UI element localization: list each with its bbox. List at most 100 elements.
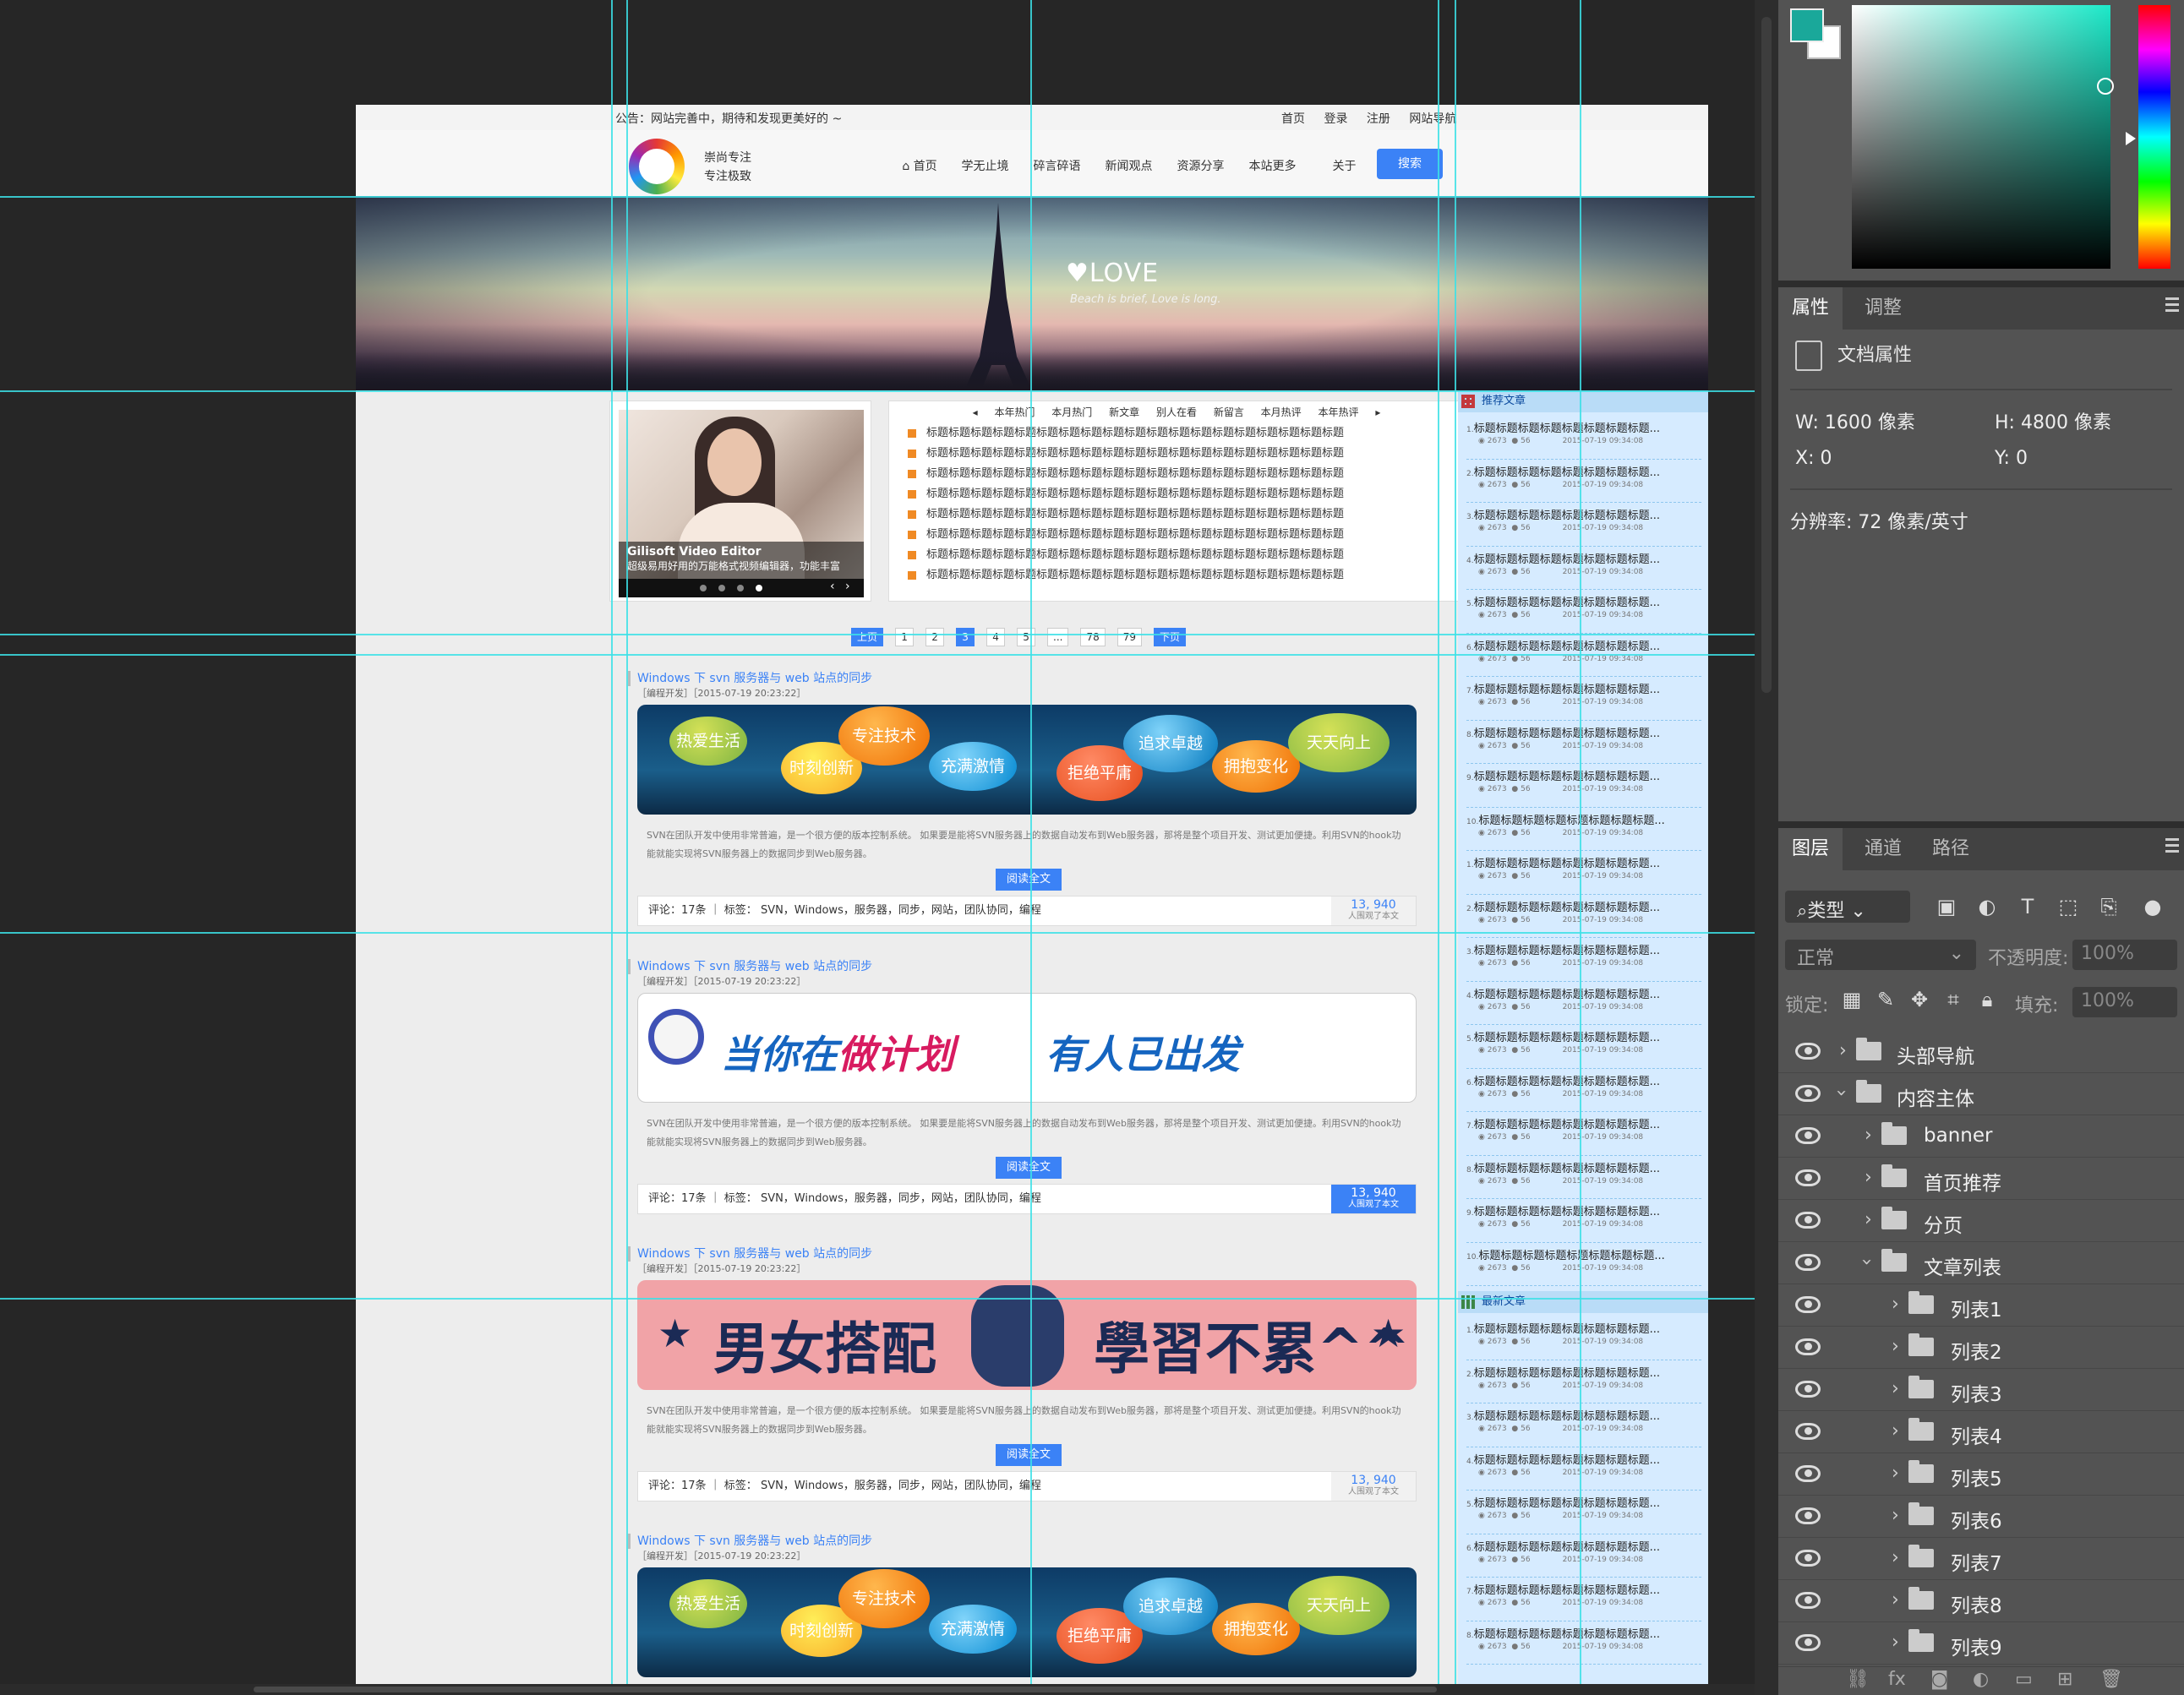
sidebar-list-item[interactable]: 3.标题标题标题标题标题标题标题标题... ◉ 2673 ● 56 2015-07-… <box>1466 1403 1701 1447</box>
smart-object-filter-icon[interactable]: ⎘ <box>2098 896 2120 918</box>
artboard[interactable]: 公告：网站完善中，期待和发现更美好的 ~ 首页 登录 注册 网站导航 崇尚专注 … <box>356 105 1708 1695</box>
slider-dot[interactable] <box>718 585 725 591</box>
sidebar-list-item[interactable]: 6.标题标题标题标题标题标题标题标题... ◉ 2673 ● 56 2015-07-… <box>1466 1069 1701 1112</box>
pager-next[interactable]: 下页 <box>1154 628 1187 646</box>
pager-prev[interactable]: 上页 <box>851 628 884 646</box>
sidebar-list-item[interactable]: 9.标题标题标题标题标题标题标题标题... ◉ 2673 ● 56 2015-07-… <box>1466 764 1701 808</box>
search-button[interactable]: 搜索 <box>1377 149 1443 179</box>
eye-icon[interactable] <box>1795 1550 1821 1567</box>
hot-tab[interactable]: 本月热门 <box>1051 406 1092 418</box>
slider-prev-icon[interactable]: ‹ <box>830 580 835 593</box>
layer-group-list[interactable]: › 列表7 <box>1778 1538 2184 1580</box>
slider-dot-active[interactable] <box>756 585 762 591</box>
eye-icon[interactable] <box>1795 1381 1821 1398</box>
vertical-scrollbar[interactable] <box>1755 0 1778 1695</box>
adjustment-filter-icon[interactable]: ◐ <box>1976 896 1998 918</box>
hot-prev-icon[interactable]: ◂ <box>973 406 978 418</box>
sidebar-list-item[interactable]: 4.标题标题标题标题标题标题标题标题... ◉ 2673 ● 56 2015-07-… <box>1466 982 1701 1025</box>
lock-all-icon[interactable]: 🔒︎ <box>1976 989 1998 1011</box>
list-item[interactable]: 标题标题标题标题标题标题标题标题标题标题标题标题标题标题标题标题标题标题标题 <box>908 484 1344 504</box>
hot-next-icon[interactable]: ▸ <box>1375 406 1380 418</box>
toplink-sitenav[interactable]: 网站导航 <box>1409 112 1456 126</box>
eye-icon[interactable] <box>1795 1296 1821 1313</box>
chevron-right-icon[interactable]: › <box>1892 1420 1899 1442</box>
layer-group-list[interactable]: › 列表4 <box>1778 1411 2184 1453</box>
tab-adjustments[interactable]: 调整 <box>1851 287 1915 330</box>
sidebar-list-item[interactable]: 2.标题标题标题标题标题标题标题标题... ◉ 2673 ● 56 2015-07-… <box>1466 1360 1701 1403</box>
hot-tab[interactable]: 本年热门 <box>994 406 1035 418</box>
sidebar-list-item[interactable]: 2.标题标题标题标题标题标题标题标题... ◉ 2673 ● 56 2015-07-… <box>1466 460 1701 503</box>
pager-page[interactable]: 79 <box>1117 628 1143 646</box>
layer-group-list[interactable]: › 列表6 <box>1778 1496 2184 1538</box>
chevron-right-icon[interactable]: › <box>1839 1040 1847 1061</box>
sidebar-list-item[interactable]: 6.标题标题标题标题标题标题标题标题... ◉ 2673 ● 56 2015-07-… <box>1466 1534 1701 1578</box>
eye-icon[interactable] <box>1795 1507 1821 1524</box>
chevron-right-icon[interactable]: › <box>1892 1589 1899 1611</box>
sidebar-list-item[interactable]: 9.标题标题标题标题标题标题标题标题... ◉ 2673 ● 56 2015-07-… <box>1466 1199 1701 1243</box>
sidebar-list-item[interactable]: 8.标题标题标题标题标题标题标题标题... ◉ 2673 ● 56 2015-07-… <box>1466 1156 1701 1199</box>
tab-properties[interactable]: 属性 <box>1778 287 1843 330</box>
hot-tab[interactable]: 新留言 <box>1214 406 1244 418</box>
sidebar-list-item[interactable]: 10.标题标题标题标题标题标题标题标题... ◉ 2673 ● 56 2015-07… <box>1466 808 1701 851</box>
x-value[interactable]: 0 <box>1820 448 1832 469</box>
article-title[interactable]: Windows 下 svn 服务器与 web 站点的同步 <box>628 1534 1429 1549</box>
list-item[interactable]: 标题标题标题标题标题标题标题标题标题标题标题标题标题标题标题标题标题标题标题 <box>908 444 1344 464</box>
pager-page[interactable]: 1 <box>895 628 915 646</box>
layer-mask-icon[interactable]: ◙ <box>1930 1669 1948 1690</box>
scroll-thumb[interactable] <box>254 1687 1437 1692</box>
eye-icon[interactable] <box>1795 1254 1821 1271</box>
fill-input[interactable]: 100% <box>2072 987 2177 1017</box>
slider-dot[interactable] <box>737 585 744 591</box>
image-filter-icon[interactable]: ▣ <box>1936 896 1957 918</box>
foreground-color-swatch[interactable] <box>1790 8 1824 42</box>
sidebar-list-item[interactable]: 1.标题标题标题标题标题标题标题标题... ◉ 2673 ● 56 2015-07-… <box>1466 416 1701 460</box>
panel-menu-icon[interactable] <box>2165 297 2179 300</box>
article-image-plan[interactable]: 当你在做计划 有人已出发 <box>637 993 1417 1103</box>
nav-about[interactable]: 关于 <box>1308 157 1380 174</box>
chevron-right-icon[interactable]: › <box>1892 1505 1899 1526</box>
text-filter-icon[interactable]: T <box>2017 896 2039 918</box>
nav-learning[interactable]: 学无止境 <box>949 157 1021 174</box>
sidebar-list-item[interactable]: 10.标题标题标题标题标题标题标题标题... ◉ 2673 ● 56 2015-07… <box>1466 1243 1701 1286</box>
layer-filter-select[interactable]: ⌕类型 ⌄ <box>1785 891 1910 923</box>
hue-slider[interactable] <box>2138 5 2170 269</box>
chevron-right-icon[interactable]: › <box>1892 1463 1899 1484</box>
chevron-down-icon[interactable]: › <box>1831 1089 1852 1097</box>
layer-group-list[interactable]: › 列表5 <box>1778 1453 2184 1496</box>
chevron-down-icon[interactable]: › <box>1856 1258 1877 1266</box>
tab-channels[interactable]: 通道 <box>1851 828 1915 870</box>
hot-tab[interactable]: 别人在看 <box>1156 406 1197 418</box>
tab-paths[interactable]: 路径 <box>1919 828 1983 870</box>
nav-news[interactable]: 新闻观点 <box>1093 157 1165 174</box>
sidebar-list-item[interactable]: 8.标题标题标题标题标题标题标题标题... ◉ 2673 ● 56 2015-07-… <box>1466 1621 1701 1665</box>
hue-slider-arrow-icon[interactable] <box>2126 132 2136 145</box>
layer-group-list[interactable]: › 列表1 <box>1778 1284 2184 1327</box>
eye-icon[interactable] <box>1795 1592 1821 1609</box>
layer-style-icon[interactable]: fx <box>1888 1669 1906 1690</box>
chevron-right-icon[interactable]: › <box>1865 1209 1872 1230</box>
slider-next-icon[interactable]: › <box>845 580 850 593</box>
sidebar-list-item[interactable]: 8.标题标题标题标题标题标题标题标题... ◉ 2673 ● 56 2015-07-… <box>1466 721 1701 764</box>
color-picker-cursor[interactable] <box>2097 78 2114 95</box>
toplink-home[interactable]: 首页 <box>1281 112 1305 126</box>
article-title[interactable]: Windows 下 svn 服务器与 web 站点的同步 <box>628 959 1429 974</box>
article-image-bubbles[interactable]: 热爱生活 时刻创新 专注技术 充满激情 拒绝平庸 追求卓越 拥抱变化 天天向上 <box>637 705 1417 815</box>
pager-page[interactable]: 4 <box>986 628 1006 646</box>
toplink-login[interactable]: 登录 <box>1324 112 1347 126</box>
hot-tab[interactable]: 本月热评 <box>1261 406 1302 418</box>
eye-icon[interactable] <box>1795 1127 1821 1144</box>
shape-filter-icon[interactable]: ⬚ <box>2057 896 2079 918</box>
delete-layer-icon[interactable]: 🗑︎ <box>2099 1669 2123 1690</box>
list-item[interactable]: 标题标题标题标题标题标题标题标题标题标题标题标题标题标题标题标题标题标题标题 <box>908 504 1344 525</box>
chevron-right-icon[interactable]: › <box>1892 1294 1899 1315</box>
filter-toggle-icon[interactable]: ● <box>2142 896 2164 918</box>
read-more-button[interactable]: 阅读全文 <box>996 1444 1062 1466</box>
site-logo[interactable] <box>629 139 685 194</box>
eye-icon[interactable] <box>1795 1085 1821 1102</box>
scroll-thumb[interactable] <box>1761 17 1772 693</box>
new-layer-icon[interactable]: ⊞ <box>2057 1669 2072 1690</box>
layer-group-list[interactable]: › 列表2 <box>1778 1327 2184 1369</box>
canvas-area[interactable]: 公告：网站完善中，期待和发现更美好的 ~ 首页 登录 注册 网站导航 崇尚专注 … <box>0 0 1755 1695</box>
horizontal-scrollbar[interactable] <box>0 1684 1755 1695</box>
panel-menu-icon[interactable] <box>2165 838 2179 841</box>
